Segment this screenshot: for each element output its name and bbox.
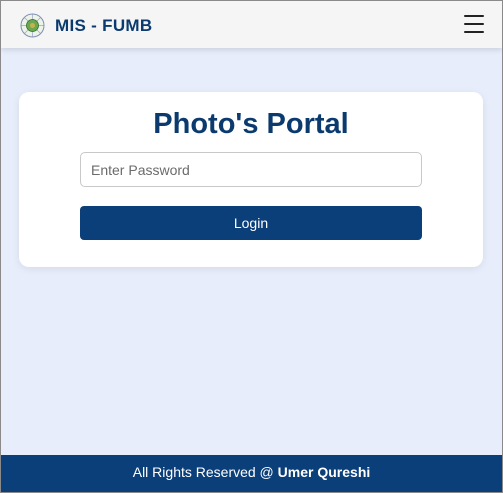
footer-author: Umer Qureshi (277, 464, 371, 480)
brand-title[interactable]: MIS - FUMB (55, 16, 152, 36)
page: MIS - FUMB Photo's Portal Login All Righ… (0, 0, 503, 493)
footer-text: All Rights Reserved @ (132, 464, 278, 480)
login-button[interactable]: Login (80, 206, 422, 240)
password-field[interactable] (80, 152, 422, 187)
login-card: Photo's Portal Login (19, 92, 483, 267)
hamburger-menu-icon[interactable] (464, 15, 484, 33)
navbar: MIS - FUMB (1, 1, 502, 48)
footer: All Rights Reserved @ Umer Qureshi (1, 455, 502, 492)
page-title: Photo's Portal (153, 108, 349, 140)
university-seal-icon[interactable] (20, 13, 45, 38)
